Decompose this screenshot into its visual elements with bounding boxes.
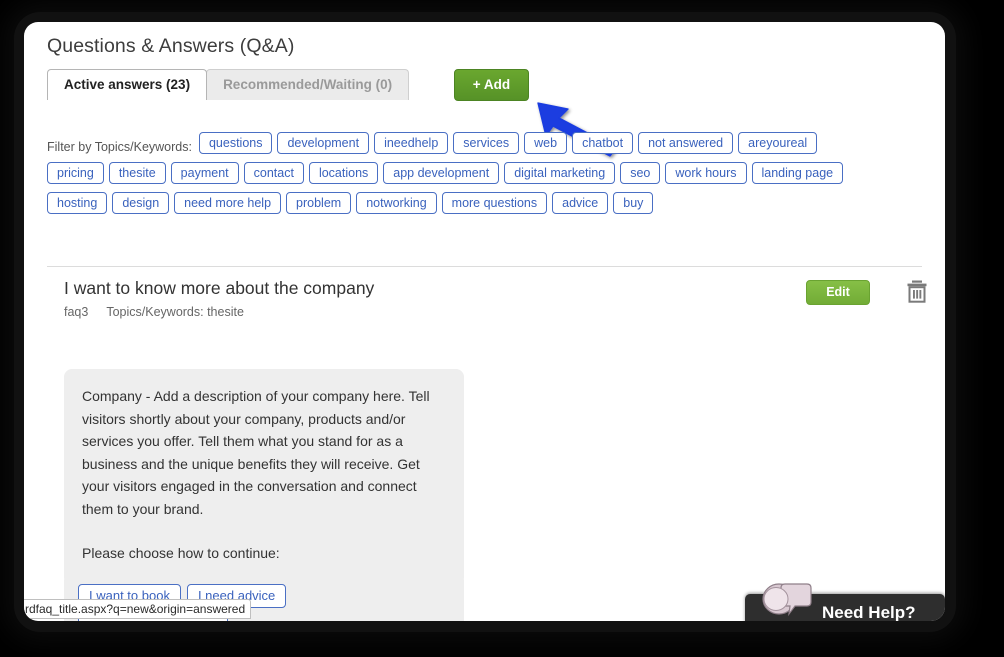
question-title: I want to know more about the company xyxy=(64,278,375,298)
filter-tag-pricing[interactable]: pricing xyxy=(47,162,104,184)
filter-tag-ineedhelp[interactable]: ineedhelp xyxy=(374,132,449,154)
filter-tag-more-questions[interactable]: more questions xyxy=(441,192,548,214)
filter-tag-not-answered[interactable]: not answered xyxy=(638,132,734,154)
filter-tag-thesite[interactable]: thesite xyxy=(108,162,166,184)
filter-label: Filter by Topics/Keywords: xyxy=(47,140,192,154)
status-bar-url: rdfaq_title.aspx?q=new&origin=answered xyxy=(24,599,252,619)
filter-tag-payment[interactable]: payment xyxy=(170,162,239,184)
answer-message-block: Company - Add a description of your comp… xyxy=(64,369,464,585)
filter-tag-web[interactable]: web xyxy=(524,132,568,154)
filter-row-1: Filter by Topics/Keywords: questions devel… xyxy=(47,132,927,162)
question-meta: faq3 Topics/Keywords: thesite xyxy=(64,305,244,319)
need-help-label: Need Help? xyxy=(822,603,916,621)
screen-root: Questions & Answers (Q&A) Active answers… xyxy=(0,0,1004,657)
filter-tag-buy[interactable]: buy xyxy=(613,192,654,214)
page-title: Questions & Answers (Q&A) xyxy=(47,35,295,57)
browser-viewport: Questions & Answers (Q&A) Active answers… xyxy=(24,22,945,621)
filter-tag-areyoureal[interactable]: areyoureal xyxy=(738,132,818,154)
filter-tag-contact[interactable]: contact xyxy=(243,162,304,184)
question-keywords: Topics/Keywords: thesite xyxy=(106,305,244,319)
filter-tag-work-hours[interactable]: work hours xyxy=(665,162,747,184)
filter-tag-design[interactable]: design xyxy=(112,192,170,214)
answer-paragraph-1: Company - Add a description of your comp… xyxy=(82,388,430,517)
filter-tag-advice[interactable]: advice xyxy=(552,192,609,214)
tab-recommended-waiting[interactable]: Recommended/Waiting (0) xyxy=(206,69,410,100)
filter-tag-app-development[interactable]: app development xyxy=(383,162,500,184)
filter-row-2: pricing thesite payment contact locations app… xyxy=(47,162,927,192)
edit-button[interactable]: Edit xyxy=(806,280,870,305)
need-help-widget[interactable]: Need Help? xyxy=(745,583,945,621)
filter-tag-problem[interactable]: problem xyxy=(286,192,352,214)
filter-keywords-area: Filter by Topics/Keywords: questions devel… xyxy=(47,132,927,222)
chat-bubbles-icon xyxy=(762,583,812,617)
filter-tag-chatbot[interactable]: chatbot xyxy=(572,132,634,154)
add-button[interactable]: + Add xyxy=(454,69,529,101)
filter-tag-questions[interactable]: questions xyxy=(198,132,273,154)
filter-tag-seo[interactable]: seo xyxy=(620,162,661,184)
filter-tag-development[interactable]: development xyxy=(277,132,370,154)
filter-row-3: hosting design need more help problem notwor… xyxy=(47,192,927,222)
tab-bar: Active answers (23) Recommended/Waiting … xyxy=(47,69,410,100)
filter-tag-digital-marketing[interactable]: digital marketing xyxy=(504,162,616,184)
section-divider xyxy=(47,266,922,267)
question-id: faq3 xyxy=(64,305,89,319)
filter-tag-locations[interactable]: locations xyxy=(308,162,379,184)
answer-paragraph-2: Please choose how to continue: xyxy=(82,545,280,561)
tab-active-answers[interactable]: Active answers (23) xyxy=(47,69,208,100)
filter-tag-notworking[interactable]: notworking xyxy=(356,192,437,214)
page-content: Questions & Answers (Q&A) Active answers… xyxy=(24,22,945,621)
filter-tag-hosting[interactable]: hosting xyxy=(47,192,108,214)
filter-tag-services[interactable]: services xyxy=(453,132,520,154)
filter-tag-landing-page[interactable]: landing page xyxy=(751,162,844,184)
delete-button[interactable] xyxy=(904,278,930,306)
filter-tag-need-more-help[interactable]: need more help xyxy=(174,192,282,214)
trash-icon xyxy=(907,280,927,303)
